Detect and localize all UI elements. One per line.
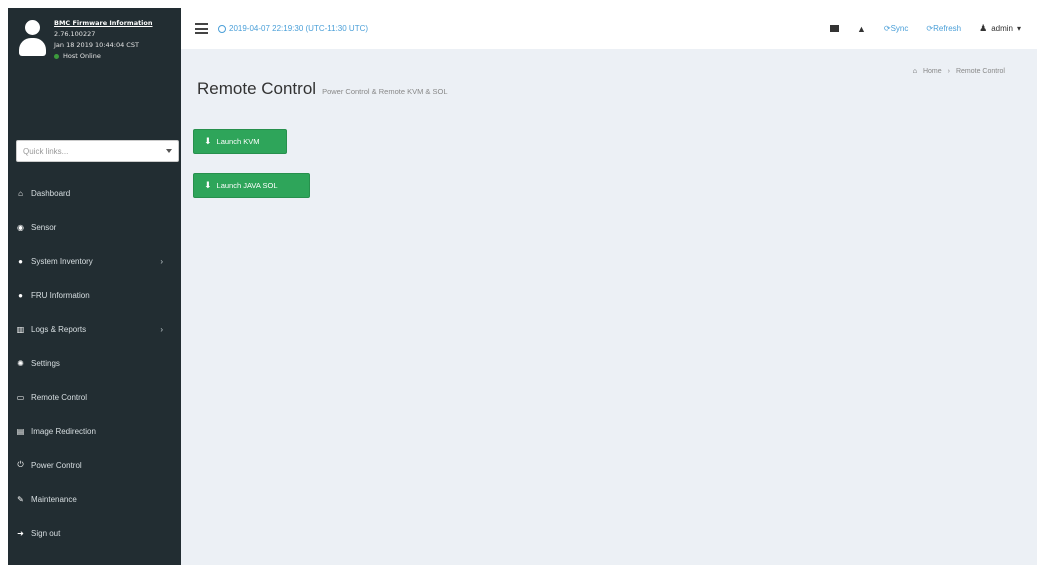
envelope-icon[interactable] [829,25,839,32]
refresh-button[interactable]: ⟳Refresh [926,24,961,33]
host-status-label: Host Online [63,52,101,60]
sidebar-item-dashboard[interactable]: ⌂ Dashboard [8,176,181,210]
sidebar-item-logs-reports[interactable]: ▥ Logs & Reports › [8,312,181,346]
dashboard-icon: ⌂ [18,188,23,198]
monitor-icon: ▭ [16,392,25,402]
datetime-display: 2019-04-07 22:19:30 (UTC-11:30 UTC) [218,24,368,33]
firmware-info: BMC Firmware Information 2.76.100227 Jan… [54,18,153,62]
launch-java-sol-button[interactable]: ⬇ Launch JAVA SOL [193,173,310,198]
sidebar: BMC Firmware Information 2.76.100227 Jan… [8,8,181,565]
sidebar-item-fru-information[interactable]: ● FRU Information [8,278,181,312]
chart-icon: ▥ [16,324,25,334]
breadcrumb-current: Remote Control [955,68,1005,75]
firmware-info-link[interactable]: BMC Firmware Information [54,18,153,29]
status-dot-icon [54,54,59,59]
refresh-label: Refresh [933,24,962,33]
sync-button[interactable]: ⟳Sync [884,24,909,33]
launch-kvm-label: Launch KVM [216,137,260,146]
sidebar-item-label: Image Redirection [31,426,96,436]
user-avatar-icon [18,20,46,60]
sidebar-item-sensor[interactable]: ◉ Sensor [8,210,181,244]
host-status: Host Online [54,51,153,62]
sidebar-item-label: System Inventory [31,256,93,266]
page-title: Remote Control [197,79,317,98]
sidebar-item-label: FRU Information [31,290,90,300]
download-icon: ⬇ [204,136,212,146]
quick-links-placeholder: Quick links... [23,146,69,156]
sign-out-icon: ➜ [17,528,24,538]
user-icon: ♟ [979,23,988,33]
gear-icon: ✺ [17,358,24,368]
sidebar-item-label: Sign out [31,528,61,538]
datetime-text: 2019-04-07 22:19:30 (UTC-11:30 UTC) [229,24,369,33]
sidebar-item-label: Remote Control [31,392,88,402]
user-panel: BMC Firmware Information 2.76.100227 Jan… [8,8,181,136]
home-icon: ⌂ [912,68,917,75]
info-icon: ● [18,290,23,300]
top-navbar: 2019-04-07 22:19:30 (UTC-11:30 UTC) ▲ ⟳S… [181,8,1037,49]
sidebar-item-settings[interactable]: ✺ Settings [8,346,181,380]
sidebar-item-label: Maintenance [31,494,77,504]
navbar-actions: ▲ ⟳Sync ⟳Refresh ♟ admin ▾ [829,8,1021,49]
chevron-right-icon: › [160,256,163,266]
sync-label: Sync [890,24,909,33]
page-header: Remote Control Power Control & Remote KV… [197,79,448,99]
clock-icon [218,24,226,33]
info-icon: ● [18,256,23,266]
warning-icon[interactable]: ▲ [857,24,866,34]
disk-icon: ▤ [16,426,25,436]
chevron-down-icon [166,149,172,153]
sensor-icon: ◉ [17,222,24,232]
download-icon: ⬇ [204,180,212,190]
sidebar-item-remote-control[interactable]: ▭ Remote Control [8,380,181,414]
quick-links-select[interactable]: Quick links... [16,140,179,162]
power-icon: ⏻ [17,460,24,469]
sidebar-item-label: Settings [31,358,60,368]
sidebar-item-label: Logs & Reports [31,324,87,334]
chevron-down-icon: ▾ [1016,24,1021,33]
sidebar-item-maintenance[interactable]: ✎ Maintenance [8,482,181,516]
sidebar-menu: ⌂ Dashboard ◉ Sensor ● System Inventory … [8,176,181,550]
menu-toggle-icon[interactable] [195,23,208,34]
sidebar-item-label: Dashboard [31,188,71,198]
launch-java-sol-label: Launch JAVA SOL [216,181,278,190]
sidebar-item-image-redirection[interactable]: ▤ Image Redirection [8,414,181,448]
launch-kvm-button[interactable]: ⬇ Launch KVM [193,129,287,154]
firmware-date: Jan 18 2019 10:44:04 CST [54,41,139,49]
user-menu-button[interactable]: ♟ admin ▾ [979,23,1021,34]
sidebar-item-sign-out[interactable]: ➜ Sign out [8,516,181,550]
page-subtitle: Power Control & Remote KVM & SOL [322,87,448,96]
user-menu-label: admin [991,24,1013,33]
sidebar-item-label: Sensor [31,222,57,232]
chevron-right-icon: › [160,324,163,334]
breadcrumb-separator: › [947,68,950,75]
firmware-version: 2.76.100227 [54,30,96,38]
sidebar-item-label: Power Control [31,460,82,470]
breadcrumb-home[interactable]: Home [923,68,942,75]
main-content: Remote Control Power Control & Remote KV… [181,49,1037,565]
breadcrumb: ⌂ Home › Remote Control [913,68,1005,75]
sidebar-item-power-control[interactable]: ⏻ Power Control [8,448,181,482]
sidebar-item-system-inventory[interactable]: ● System Inventory › [8,244,181,278]
wrench-icon: ✎ [17,494,24,504]
